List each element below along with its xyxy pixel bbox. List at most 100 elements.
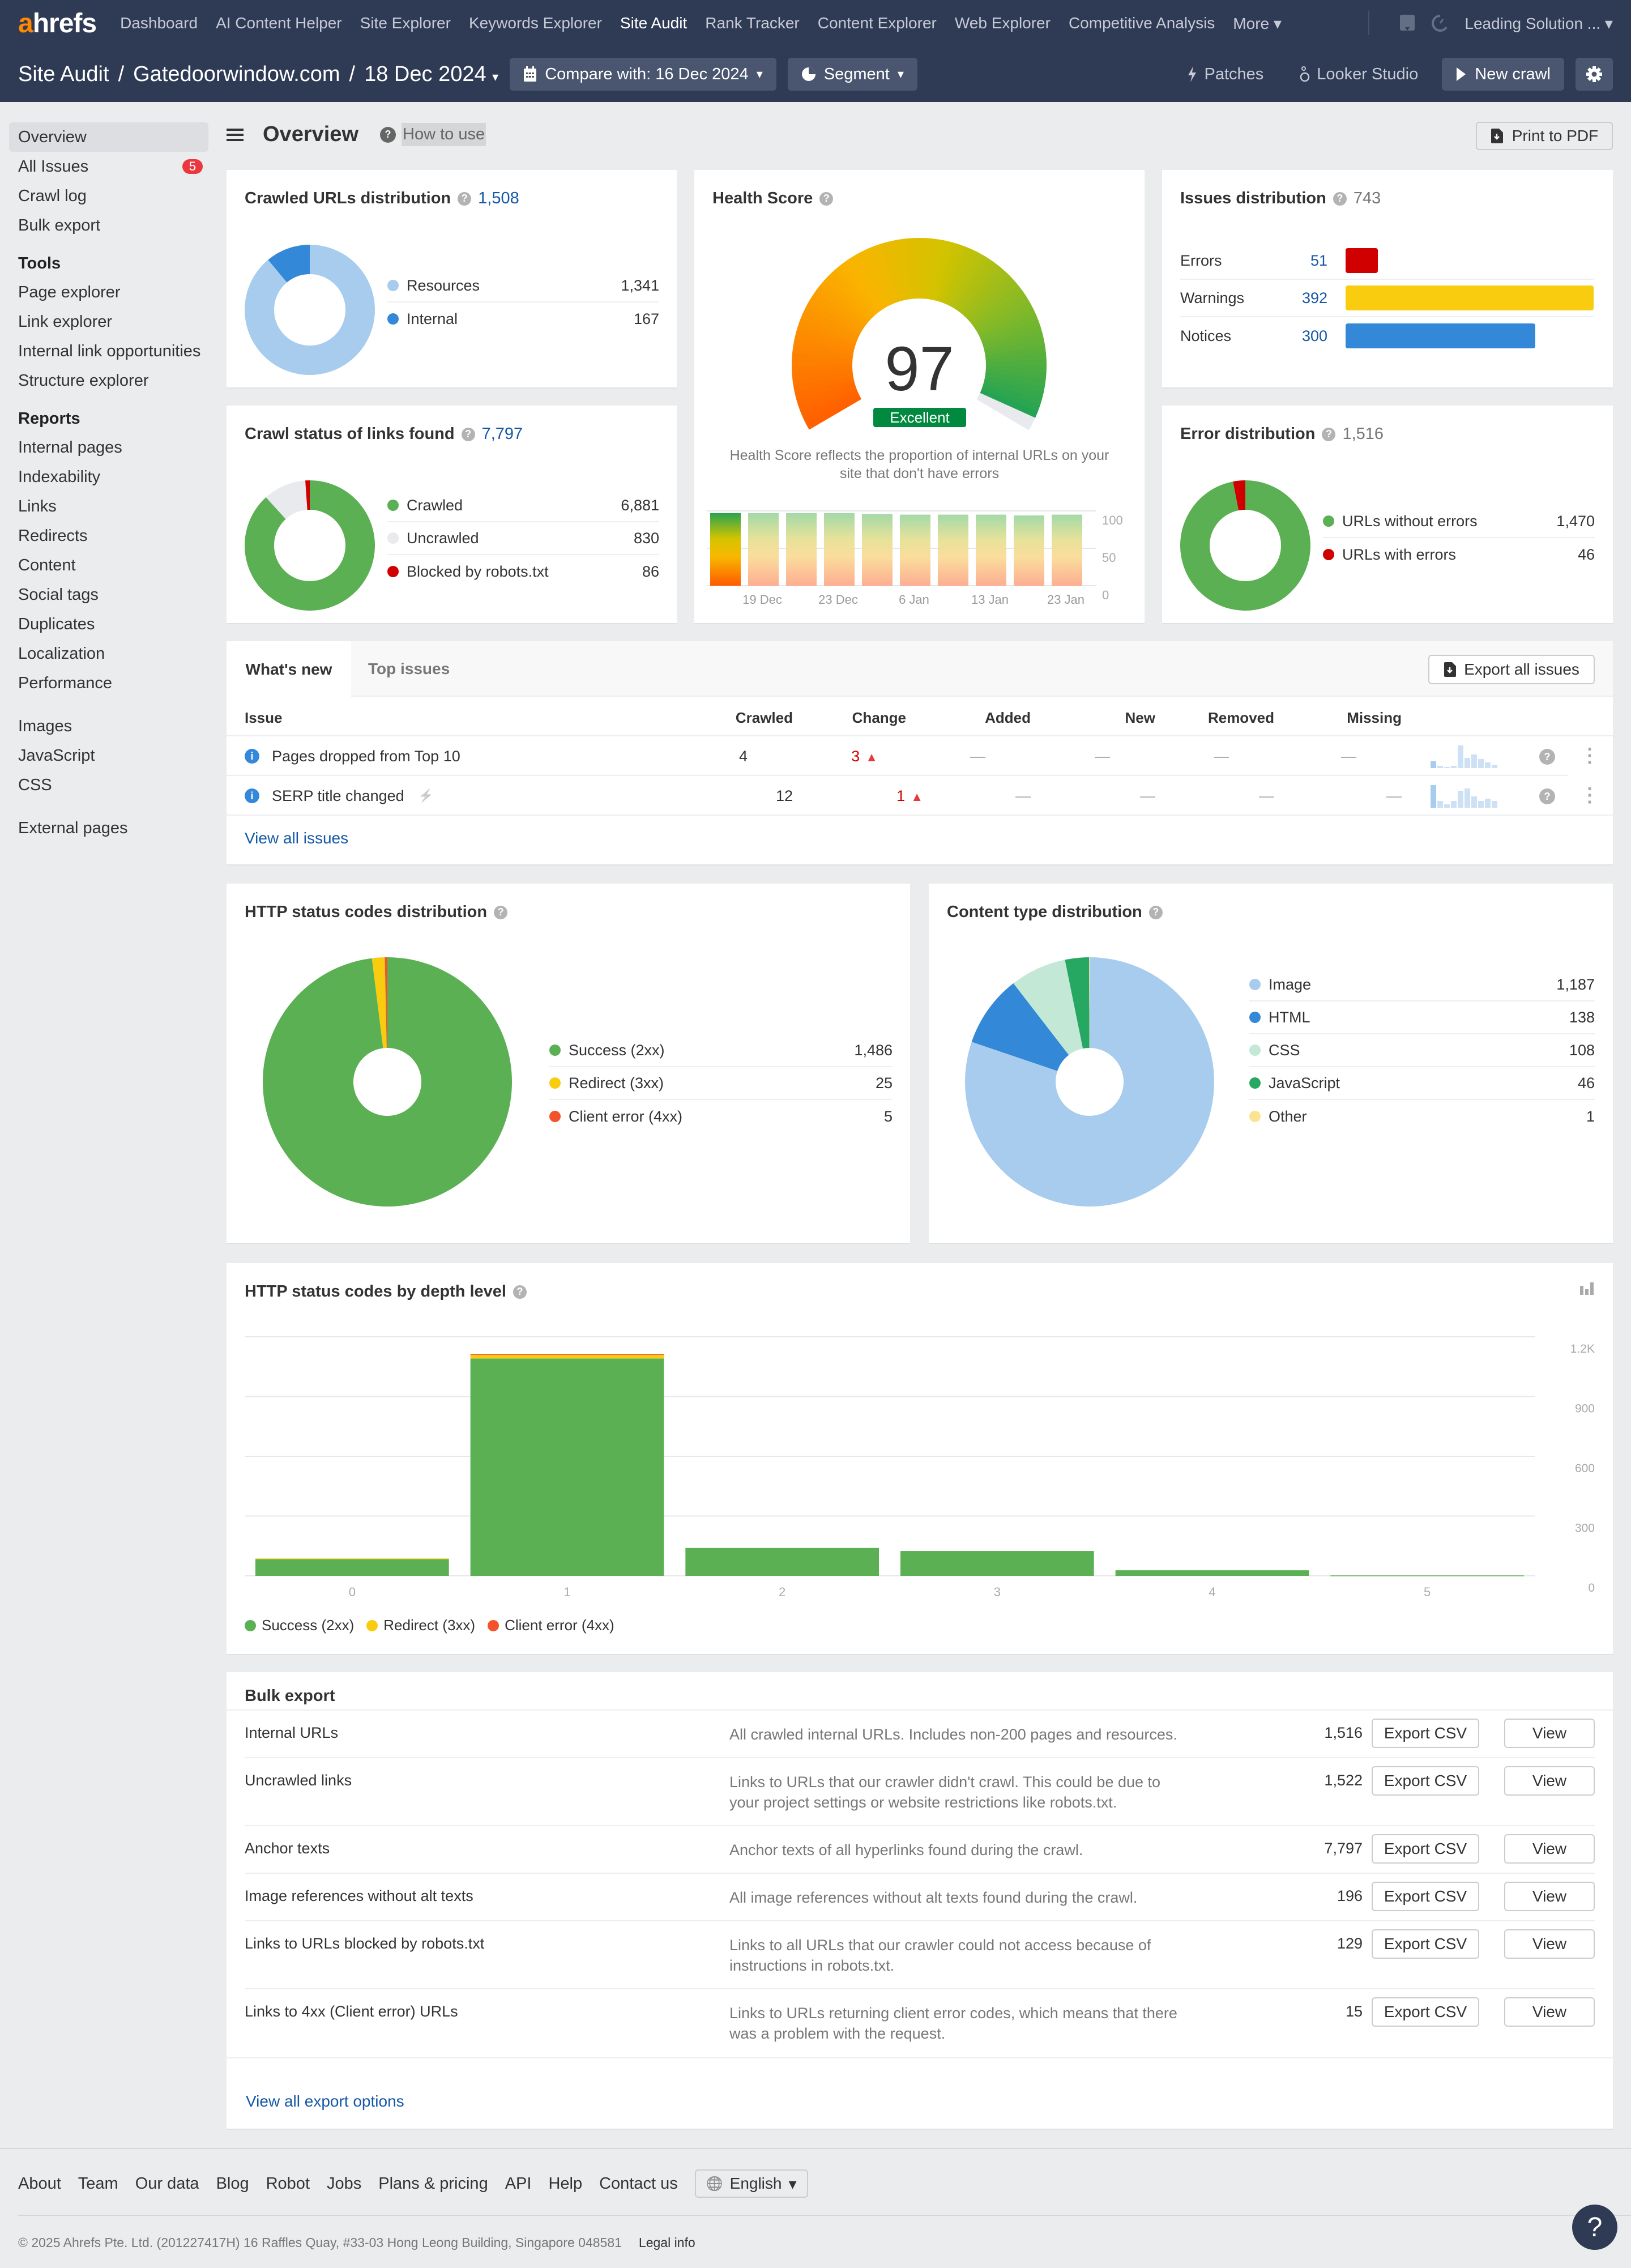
issue-count[interactable]: 392 xyxy=(1265,289,1327,307)
column-header-change[interactable]: Change xyxy=(852,709,906,727)
nav-more[interactable]: More ▾ xyxy=(1233,14,1282,33)
view-all-export-options-link[interactable]: View all export options xyxy=(246,2092,404,2111)
view-button[interactable]: View xyxy=(1504,1997,1595,2027)
legend-item-javascript[interactable]: JavaScript 46 xyxy=(1249,1067,1595,1100)
sidebar-item-duplicates[interactable]: Duplicates xyxy=(9,609,208,639)
sidebar-item-performance[interactable]: Performance xyxy=(9,668,208,698)
trend-bar[interactable] xyxy=(1014,515,1044,586)
sidebar-item-overview[interactable]: Overview xyxy=(9,122,208,152)
help-icon[interactable]: ? xyxy=(1539,749,1555,765)
bar-redirect-3xx-depth-0[interactable] xyxy=(255,1558,449,1559)
issue-count[interactable]: 300 xyxy=(1265,327,1327,345)
cell-crawled[interactable]: 12 xyxy=(776,787,793,805)
trend-bar[interactable] xyxy=(1052,514,1082,586)
footer-link-team[interactable]: Team xyxy=(78,2175,118,2193)
nav-site-audit[interactable]: Site Audit xyxy=(620,14,687,33)
footer-link-contact-us[interactable]: Contact us xyxy=(599,2175,678,2193)
sidebar-item-social-tags[interactable]: Social tags xyxy=(9,580,208,609)
legend-item-crawled[interactable]: Crawled 6,881 xyxy=(387,489,659,522)
looker-studio-button[interactable]: Looker Studio xyxy=(1287,65,1431,84)
help-icon[interactable]: ? xyxy=(819,191,834,206)
issue-row-errors[interactable]: Errors 51 xyxy=(1180,242,1594,280)
trend-bar[interactable] xyxy=(900,514,930,586)
trend-bar[interactable] xyxy=(748,513,779,586)
breadcrumb-site-audit[interactable]: Site Audit xyxy=(18,62,109,86)
legend-item-html[interactable]: HTML 138 xyxy=(1249,1001,1595,1034)
issue-name[interactable]: SERP title changed xyxy=(272,787,404,805)
menu-icon[interactable] xyxy=(227,127,244,142)
bar-success-2xx-depth-1[interactable] xyxy=(470,1358,664,1576)
sidebar-item-links[interactable]: Links xyxy=(9,492,208,521)
column-header-issue[interactable]: Issue xyxy=(245,709,283,727)
sidebar-item-javascript[interactable]: JavaScript xyxy=(9,741,208,770)
account-menu[interactable]: Leading Solution ... ▾ xyxy=(1465,14,1613,33)
legend-item-blocked-by-robots-txt[interactable]: Blocked by robots.txt 86 xyxy=(387,555,659,588)
bar-success-2xx-depth-3[interactable] xyxy=(900,1551,1094,1576)
crawl-date-selector[interactable]: 18 Dec 2024 ▾ xyxy=(364,62,498,86)
legend-item-resources[interactable]: Resources 1,341 xyxy=(387,270,659,302)
trend-bar[interactable] xyxy=(710,513,741,586)
issue-name[interactable]: Pages dropped from Top 10 xyxy=(272,748,460,765)
notifications-icon[interactable] xyxy=(1399,14,1416,33)
help-icon[interactable]: ? xyxy=(380,126,396,143)
legend-item-client-error-4xx[interactable]: Client error (4xx) xyxy=(488,1617,614,1634)
legend-item-redirect-3xx[interactable]: Redirect (3xx) 25 xyxy=(549,1067,893,1100)
column-header-added[interactable]: Added xyxy=(985,709,1031,727)
table-row[interactable]: i Pages dropped from Top 10 4 3 ▲ — — — —? ⋮ xyxy=(227,736,1599,776)
more-options-icon[interactable]: ⋮ xyxy=(1580,744,1599,767)
sidebar-item-external-pages[interactable]: External pages xyxy=(9,813,208,843)
language-selector[interactable]: 🌐 English ▾ xyxy=(694,2169,808,2198)
legend-item-client-error-4xx[interactable]: Client error (4xx) 5 xyxy=(549,1100,893,1133)
patches-button[interactable]: Patches xyxy=(1175,65,1276,84)
ahrefs-logo[interactable]: ahrefs xyxy=(18,8,97,39)
bar-redirect-3xx-depth-1[interactable] xyxy=(470,1355,664,1359)
settings-button[interactable] xyxy=(1576,58,1613,91)
legend-item-internal[interactable]: Internal 167 xyxy=(387,302,659,335)
export-csv-button[interactable]: Export CSV xyxy=(1372,1882,1479,1911)
footer-link-about[interactable]: About xyxy=(18,2175,61,2193)
nav-web-explorer[interactable]: Web Explorer xyxy=(955,14,1051,33)
segment-dropdown[interactable]: Segment ▾ xyxy=(787,58,917,91)
issue-row-notices[interactable]: Notices 300 xyxy=(1180,317,1594,355)
sidebar-item-css[interactable]: CSS xyxy=(9,770,208,800)
legend-item-urls-with-errors[interactable]: URLs with errors 46 xyxy=(1323,538,1595,571)
sidebar-item-internal-link-opportunities[interactable]: Internal link opportunities xyxy=(9,336,208,366)
legend-item-success-2xx[interactable]: Success (2xx) xyxy=(245,1617,354,1634)
help-icon[interactable]: ? xyxy=(1333,191,1347,206)
view-button[interactable]: View xyxy=(1504,1882,1595,1911)
trend-bar[interactable] xyxy=(862,514,893,586)
footer-link-robot[interactable]: Robot xyxy=(266,2175,310,2193)
trend-bar[interactable] xyxy=(938,514,968,586)
footer-link-plans-pricing[interactable]: Plans & pricing xyxy=(378,2175,488,2193)
footer-link-our-data[interactable]: Our data xyxy=(135,2175,199,2193)
sidebar-item-localization[interactable]: Localization xyxy=(9,639,208,668)
legal-info-link[interactable]: Legal info xyxy=(639,2235,695,2250)
sidebar-item-redirects[interactable]: Redirects xyxy=(9,521,208,551)
bar-success-2xx-depth-4[interactable] xyxy=(1115,1570,1309,1576)
help-icon[interactable]: ? xyxy=(1148,905,1163,919)
sidebar-item-bulk-export[interactable]: Bulk export xyxy=(9,211,208,240)
export-csv-button[interactable]: Export CSV xyxy=(1372,1929,1479,1959)
view-button[interactable]: View xyxy=(1504,1834,1595,1864)
legend-item-other[interactable]: Other 1 xyxy=(1249,1100,1595,1133)
sidebar-item-all-issues[interactable]: All Issues 5 xyxy=(9,152,208,181)
compare-dropdown[interactable]: Compare with: 16 Dec 2024 ▾ xyxy=(510,58,776,91)
column-header-missing[interactable]: Missing xyxy=(1347,709,1402,727)
legend-item-image[interactable]: Image 1,187 xyxy=(1249,969,1595,1001)
footer-link-blog[interactable]: Blog xyxy=(216,2175,249,2193)
legend-item-success-2xx[interactable]: Success (2xx) 1,486 xyxy=(549,1034,893,1067)
bar-success-2xx-depth-0[interactable] xyxy=(255,1559,449,1576)
sidebar-item-indexability[interactable]: Indexability xyxy=(9,462,208,492)
help-icon[interactable]: ? xyxy=(1539,788,1555,804)
nav-content-explorer[interactable]: Content Explorer xyxy=(818,14,937,33)
export-all-issues-button[interactable]: Export all issues xyxy=(1428,655,1595,684)
how-to-use-link[interactable]: How to use xyxy=(402,123,486,146)
print-pdf-button[interactable]: Print to PDF xyxy=(1476,122,1613,150)
help-icon[interactable]: ? xyxy=(494,905,508,919)
export-csv-button[interactable]: Export CSV xyxy=(1372,1719,1479,1748)
export-csv-button[interactable]: Export CSV xyxy=(1372,1997,1479,2027)
trend-bar[interactable] xyxy=(976,514,1006,586)
cell-crawled[interactable]: 4 xyxy=(739,748,748,765)
nav-dashboard[interactable]: Dashboard xyxy=(120,14,198,33)
bar-success-2xx-depth-2[interactable] xyxy=(685,1547,879,1576)
